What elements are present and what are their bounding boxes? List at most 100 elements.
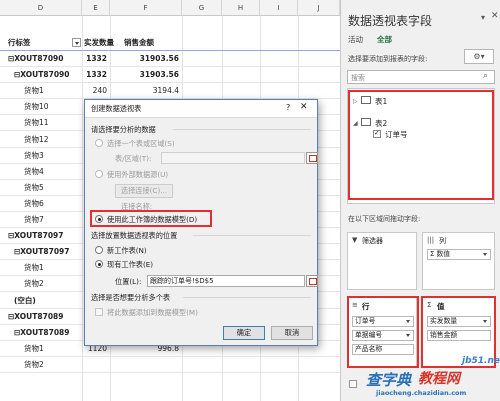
collapse-dialog-icon[interactable] (306, 152, 318, 164)
table-range-input[interactable] (161, 152, 305, 164)
chevron-down-icon[interactable]: ▾ (481, 13, 485, 22)
divider (193, 235, 311, 236)
search-icon[interactable]: ⌕ (483, 71, 488, 81)
row-label-cell[interactable]: 货物11 (24, 115, 74, 131)
radio-existing-worksheet[interactable] (95, 260, 103, 268)
chevron-down-icon[interactable] (483, 253, 487, 256)
row-label-cell[interactable]: 货物6 (24, 196, 74, 212)
row-label-cell[interactable]: 货物7 (24, 212, 74, 228)
section-multiple-tables: 选择是否想要分析多个表 (91, 293, 171, 302)
row-label-cell[interactable]: 货物1 (24, 341, 74, 357)
pivot-header-row: 行标签 实发数量 销售金额 (0, 35, 340, 51)
option-existing-worksheet-label[interactable]: 现有工作表(E) (107, 260, 153, 270)
drag-hint: 在以下区域间拖动字段: (348, 215, 421, 223)
choose-connection-button[interactable]: 选择连接(C)... (115, 184, 173, 198)
highlight-field-list (348, 90, 494, 200)
row-label-cell[interactable]: 货物10 (24, 99, 74, 115)
table-range-label: 表/区域(T): (115, 154, 152, 163)
filter-dropdown-button[interactable] (72, 38, 81, 47)
pane-title: 数据透视表字段 (348, 14, 433, 28)
row-label-cell[interactable]: (空白) (14, 293, 74, 309)
cancel-button[interactable]: 取消 (271, 326, 313, 340)
radio-table-range[interactable] (95, 139, 103, 147)
amount-cell[interactable]: 31903.56 (110, 51, 182, 67)
column-header-d[interactable]: D (0, 0, 82, 16)
choose-fields-label: 选择要添加到报表的字段: (348, 55, 428, 63)
column-header-h[interactable]: H (222, 0, 260, 16)
radio-external-source[interactable] (95, 170, 103, 178)
columns-icon: ||| (427, 236, 435, 244)
section-placement: 选择放置数据透视表的位置 (91, 231, 178, 240)
filters-area[interactable]: ▼ 筛选器 (347, 232, 417, 290)
column-header-e[interactable]: E (82, 0, 110, 16)
row-label-cell[interactable]: 货物12 (24, 132, 74, 148)
table-row[interactable]: ⊟XOUT87090 1332 31903.56 (0, 67, 340, 84)
amount-header[interactable]: 销售金额 (124, 35, 174, 51)
amount-cell[interactable] (110, 357, 182, 373)
add-to-data-model-label: 将此数据添加到数据模型(M) (107, 308, 198, 317)
qty-cell[interactable]: 240 (82, 83, 110, 99)
column-header-g[interactable]: G (182, 0, 222, 16)
divider (183, 297, 311, 298)
columns-label: 列 (439, 237, 446, 245)
search-placeholder: 搜索 (351, 74, 365, 82)
filter-icon: ▼ (352, 236, 358, 244)
row-label-cell[interactable]: ⊟XOUT87089 (8, 309, 74, 325)
watermark: jb51.net 查字典 教程网 jiaocheng.chazidian.com (340, 350, 500, 401)
location-label: 位置(L): (115, 277, 142, 286)
qty-cell[interactable] (82, 357, 110, 373)
row-label-cell[interactable]: 货物2 (24, 357, 74, 373)
column-header-j[interactable]: J (298, 0, 340, 16)
qty-cell[interactable]: 1332 (82, 51, 110, 67)
row-label-cell[interactable]: 货物4 (24, 164, 74, 180)
columns-field-values[interactable]: Σ 数值 (427, 249, 491, 260)
table-row[interactable]: 货物1 240 3194.4 (0, 83, 340, 100)
row-label-cell[interactable]: 货物3 (24, 148, 74, 164)
watermark-main: 查字典 (366, 371, 412, 389)
qty-cell[interactable]: 1332 (82, 67, 110, 83)
row-label-cell[interactable]: 货物2 (24, 276, 74, 292)
table-row[interactable]: ⊟XOUT87090 1332 31903.56 (0, 51, 340, 67)
pivottable-fields-pane: 数据透视表字段 ▾ ✕ 活动 全部 选择要添加到报表的字段: ⚙▾ 搜索 ⌕ ▷… (340, 0, 500, 401)
filters-label: 筛选器 (362, 237, 383, 245)
highlight-data-model (90, 210, 212, 227)
close-icon[interactable]: ✕ (491, 11, 499, 21)
option-table-range-label: 选择一个表或区域(S) (107, 139, 175, 148)
help-icon[interactable]: ? (286, 103, 290, 112)
row-label-cell[interactable]: ⊟XOUT87097 (14, 244, 74, 260)
section-analyze-data: 请选择要分析的数据 (91, 125, 156, 134)
column-header-f[interactable]: F (110, 0, 182, 16)
collapse-dialog-icon[interactable] (306, 275, 318, 287)
qty-header[interactable]: 实发数量 (84, 35, 120, 51)
radio-new-worksheet[interactable] (95, 246, 103, 254)
columns-area[interactable]: ||| 列 Σ 数值 (422, 232, 495, 290)
dialog-title: 创建数据透视表 (91, 104, 142, 113)
row-label-cell[interactable]: ⊟XOUT87089 (14, 325, 74, 341)
row-label-cell[interactable]: ⊟XOUT87090 (8, 51, 74, 67)
option-external-label: 使用外部数据源(U) (107, 170, 169, 179)
watermark-site: jb51.net (462, 356, 500, 366)
column-header-i[interactable]: I (260, 0, 298, 16)
ok-button[interactable]: 确定 (223, 326, 265, 340)
row-label-cell[interactable]: ⊟XOUT87097 (8, 228, 74, 244)
dialog-titlebar[interactable]: 创建数据透视表 ? ✕ (85, 100, 317, 118)
watermark-sub: 教程网 (418, 371, 460, 387)
row-label-cell[interactable]: ⊟XOUT87090 (14, 67, 74, 83)
tab-active[interactable]: 活动 (348, 34, 363, 45)
gear-icon[interactable]: ⚙▾ (464, 49, 494, 64)
add-to-data-model-checkbox[interactable] (95, 308, 103, 316)
table-row[interactable]: 货物2 (0, 357, 340, 373)
close-icon[interactable]: ✕ (300, 102, 308, 112)
row-label-cell[interactable]: 货物1 (24, 83, 74, 99)
tab-all[interactable]: 全部 (377, 34, 392, 45)
location-input[interactable]: 跟踪的订单号!$D$5 (147, 275, 305, 287)
field-search-input[interactable]: 搜索 ⌕ (347, 70, 495, 84)
amount-cell[interactable]: 3194.4 (110, 83, 182, 99)
watermark-url: jiaocheng.chazidian.com (376, 389, 467, 397)
row-labels-header[interactable]: 行标签 (8, 35, 74, 51)
row-label-cell[interactable]: 货物5 (24, 180, 74, 196)
option-new-worksheet-label[interactable]: 新工作表(N) (107, 246, 147, 256)
create-pivottable-dialog: 创建数据透视表 ? ✕ 请选择要分析的数据 选择一个表或区域(S) 表/区域(T… (84, 99, 318, 346)
amount-cell[interactable]: 31903.56 (110, 67, 182, 83)
row-label-cell[interactable]: 货物1 (24, 260, 74, 276)
